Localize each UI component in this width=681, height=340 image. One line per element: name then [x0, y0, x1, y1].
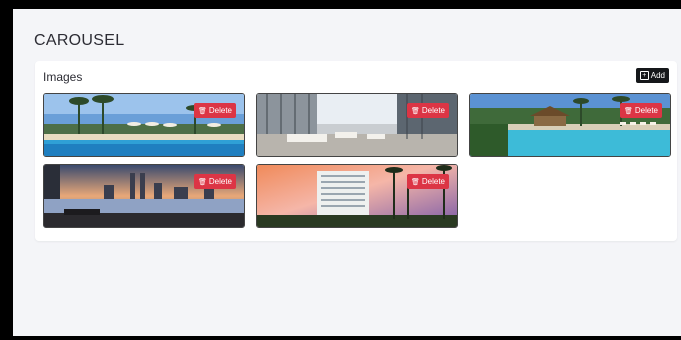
- trash-icon: 🗑: [197, 107, 207, 115]
- delete-label: Delete: [421, 177, 445, 186]
- images-card-title: Images: [43, 70, 83, 84]
- page-title: CAROUSEL: [34, 32, 125, 49]
- carousel-image-1[interactable]: 🗑 Delete: [43, 93, 245, 157]
- carousel-image-5[interactable]: 🗑 Delete: [256, 164, 458, 228]
- delete-button[interactable]: 🗑 Delete: [619, 103, 662, 118]
- app-screen: CAROUSEL Images + Add 🗑 Delete 🗑 Delete …: [13, 9, 681, 336]
- trash-icon: 🗑: [410, 178, 420, 186]
- delete-button[interactable]: 🗑 Delete: [193, 103, 236, 118]
- delete-button[interactable]: 🗑 Delete: [406, 103, 449, 118]
- delete-label: Delete: [421, 106, 445, 115]
- trash-icon: 🗑: [410, 107, 420, 115]
- add-image-button[interactable]: + Add: [635, 68, 669, 83]
- plus-square-icon: +: [639, 71, 649, 80]
- delete-button[interactable]: 🗑 Delete: [406, 174, 449, 189]
- images-card: Images + Add 🗑 Delete 🗑 Delete 🗑 Delete …: [35, 61, 677, 241]
- carousel-image-3[interactable]: 🗑 Delete: [469, 93, 671, 157]
- delete-label: Delete: [208, 106, 232, 115]
- carousel-image-4[interactable]: 🗑 Delete: [43, 164, 245, 228]
- carousel-image-2[interactable]: 🗑 Delete: [256, 93, 458, 157]
- delete-label: Delete: [208, 177, 232, 186]
- trash-icon: 🗑: [623, 107, 633, 115]
- delete-label: Delete: [634, 106, 658, 115]
- delete-button[interactable]: 🗑 Delete: [193, 174, 236, 189]
- add-label: Add: [650, 71, 665, 80]
- trash-icon: 🗑: [197, 178, 207, 186]
